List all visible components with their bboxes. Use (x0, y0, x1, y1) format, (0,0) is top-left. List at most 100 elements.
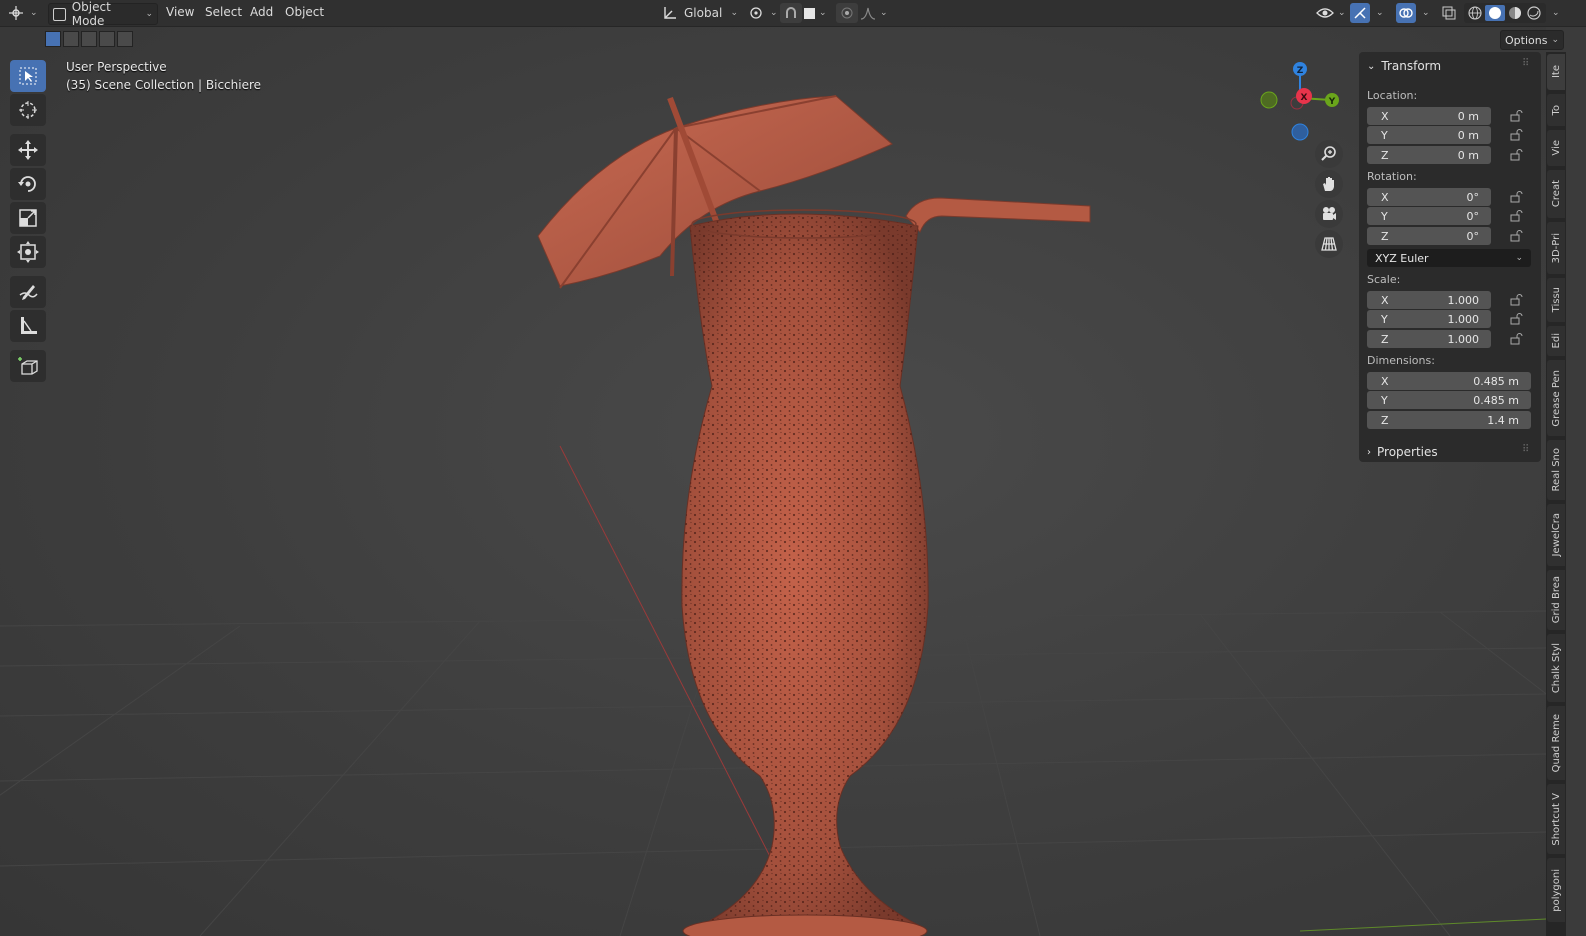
camera-view-icon[interactable] (1315, 200, 1343, 228)
lock-icon[interactable] (1509, 210, 1523, 222)
mode-dropdown[interactable]: Object Mode ⌄ (48, 0, 158, 28)
transform-title: Transform (1381, 59, 1442, 73)
snap-icon[interactable] (780, 3, 802, 23)
overlays-toggle-icon[interactable] (1396, 3, 1416, 23)
lock-icon[interactable] (1509, 313, 1523, 325)
tab-item[interactable]: Ite (1547, 54, 1565, 90)
dimension-x-field[interactable]: X 0.485 m (1367, 372, 1531, 390)
rotation-label: Rotation: (1367, 170, 1417, 183)
menu-add[interactable]: Add (250, 5, 273, 19)
scale-z-field[interactable]: Z 1.000 (1367, 330, 1491, 348)
lock-icon[interactable] (1509, 230, 1523, 242)
xray-toggle-icon[interactable] (1441, 3, 1457, 23)
properties-panel-header[interactable]: › Properties (1367, 443, 1438, 461)
lock-icon[interactable] (1509, 191, 1523, 203)
rendered-shading-icon[interactable] (1527, 6, 1541, 20)
measure-tool[interactable] (10, 310, 46, 342)
location-x-field[interactable]: X0 m (1367, 107, 1491, 125)
lock-icon[interactable] (1509, 110, 1523, 122)
solid-shading-icon[interactable] (1489, 7, 1501, 19)
sidebar-n-panel: ⌄ Transform ⠿ Location: X0 m Y0 m Z0 m R… (1359, 52, 1541, 462)
perspective-label: User Perspective (66, 60, 167, 74)
add-cube-tool[interactable] (10, 350, 46, 382)
move-tool[interactable] (10, 134, 46, 166)
lock-icon[interactable] (1509, 333, 1523, 345)
gizmo-toggle-icon[interactable] (1350, 3, 1370, 23)
tab-view[interactable]: Vie (1547, 130, 1565, 166)
shading-dropdown-icon[interactable]: ⌄ (1552, 3, 1560, 23)
rotate-tool[interactable] (10, 168, 46, 200)
pivot-point-icon[interactable]: ⌄ (748, 3, 778, 23)
tab-grease-pencil[interactable]: Grease Pen (1547, 360, 1565, 436)
transform-panel-header[interactable]: ⌄ Transform (1367, 57, 1441, 75)
object-mode-icon (53, 7, 66, 21)
lock-icon[interactable] (1509, 294, 1523, 306)
tab-chalk-style[interactable]: Chalk Styl (1547, 634, 1565, 702)
dimension-z-field[interactable]: Z 1.4 m (1367, 411, 1531, 429)
lock-icon[interactable] (1509, 129, 1523, 141)
expand-chevron-icon: ⌄ (1367, 60, 1376, 72)
rotation-mode-select[interactable]: XYZ Euler ⌄ (1367, 249, 1531, 267)
location-z-field[interactable]: Z0 m (1367, 146, 1491, 164)
gizmo-dropdown-icon[interactable]: ⌄ (1376, 3, 1384, 23)
drag-handle-icon[interactable]: ⠿ (1522, 444, 1529, 455)
snap-target-icon[interactable]: ⌄ (804, 3, 827, 23)
properties-title: Properties (1377, 445, 1438, 459)
overlays-dropdown-icon[interactable]: ⌄ (1422, 3, 1430, 23)
tab-shortcut-viewer[interactable]: Shortcut V (1547, 784, 1565, 854)
gizmo-y-label: Y (1328, 97, 1336, 107)
menu-object[interactable]: Object (285, 5, 324, 19)
scale-x-field[interactable]: X 1.000 (1367, 291, 1491, 309)
mode-label: Object Mode (71, 0, 111, 28)
location-label: Location: (1367, 89, 1418, 102)
tab-real-snow[interactable]: Real Sno (1547, 440, 1565, 500)
rotation-z-field[interactable]: Z 0° (1367, 227, 1491, 245)
scale-tool[interactable] (10, 202, 46, 234)
dimension-y-field[interactable]: Y 0.485 m (1367, 391, 1531, 409)
scale-y-field[interactable]: Y 1.000 (1367, 310, 1491, 328)
viewport-header: ⌄ Object Mode ⌄ View Select Add Object G… (0, 0, 1586, 28)
editor-type-icon[interactable]: ⌄ (8, 3, 38, 23)
pan-hand-icon[interactable] (1315, 170, 1343, 198)
orientation-label: Global (684, 6, 723, 20)
select-mode-invert-icon[interactable] (99, 31, 115, 47)
tab-grid-breaker[interactable]: Grid Brea (1547, 570, 1565, 630)
perspective-toggle-icon[interactable] (1315, 230, 1343, 258)
cursor-tool[interactable] (10, 94, 46, 126)
tab-jewelcraft[interactable]: JewelCra (1547, 504, 1565, 566)
annotate-tool[interactable] (10, 276, 46, 308)
menu-select[interactable]: Select (205, 5, 242, 19)
transform-orientation-dropdown[interactable]: Global ⌄ (662, 3, 738, 23)
tab-3d-print[interactable]: 3D-Pri (1547, 222, 1565, 274)
select-box-tool[interactable] (10, 60, 46, 92)
falloff-icon[interactable]: ⌄ (860, 3, 888, 23)
lock-icon[interactable] (1509, 149, 1523, 161)
tab-tissue[interactable]: Tissu (1547, 278, 1565, 322)
tab-edit[interactable]: Edi (1547, 326, 1565, 356)
3d-viewport[interactable]: User Perspective (35) Scene Collection |… (0, 26, 1546, 936)
rotation-y-field[interactable]: Y 0° (1367, 207, 1491, 225)
material-shading-icon[interactable] (1509, 7, 1521, 19)
select-mode-subtract-icon[interactable] (81, 31, 97, 47)
location-y-field[interactable]: Y0 m (1367, 126, 1491, 144)
transform-tool[interactable] (10, 236, 46, 268)
proportional-edit-icon[interactable] (836, 3, 858, 23)
visibility-eye-icon[interactable]: ⌄ (1316, 3, 1346, 23)
options-dropdown[interactable]: Options ⌄ (1500, 30, 1564, 50)
rotation-x-field[interactable]: X 0° (1367, 188, 1491, 206)
select-mode-intersect-icon[interactable] (117, 31, 133, 47)
tab-tool[interactable]: To (1547, 94, 1565, 126)
shading-mode-group (1464, 3, 1546, 23)
drag-handle-icon[interactable]: ⠿ (1522, 58, 1529, 69)
wireframe-shading-icon[interactable] (1468, 6, 1482, 20)
straw (905, 197, 1091, 233)
select-mode-extend-icon[interactable] (63, 31, 79, 47)
tab-quad-remesher[interactable]: Quad Reme (1547, 706, 1565, 780)
tab-create[interactable]: Creat (1547, 170, 1565, 218)
tab-polygoniq[interactable]: polygoni (1547, 858, 1565, 922)
menu-view[interactable]: View (166, 5, 194, 19)
select-mode-new-icon[interactable] (45, 31, 61, 47)
navigation-gizmo[interactable]: Z Y X (1255, 56, 1350, 146)
collapse-chevron-icon: › (1367, 446, 1371, 458)
zoom-icon[interactable] (1315, 140, 1343, 168)
